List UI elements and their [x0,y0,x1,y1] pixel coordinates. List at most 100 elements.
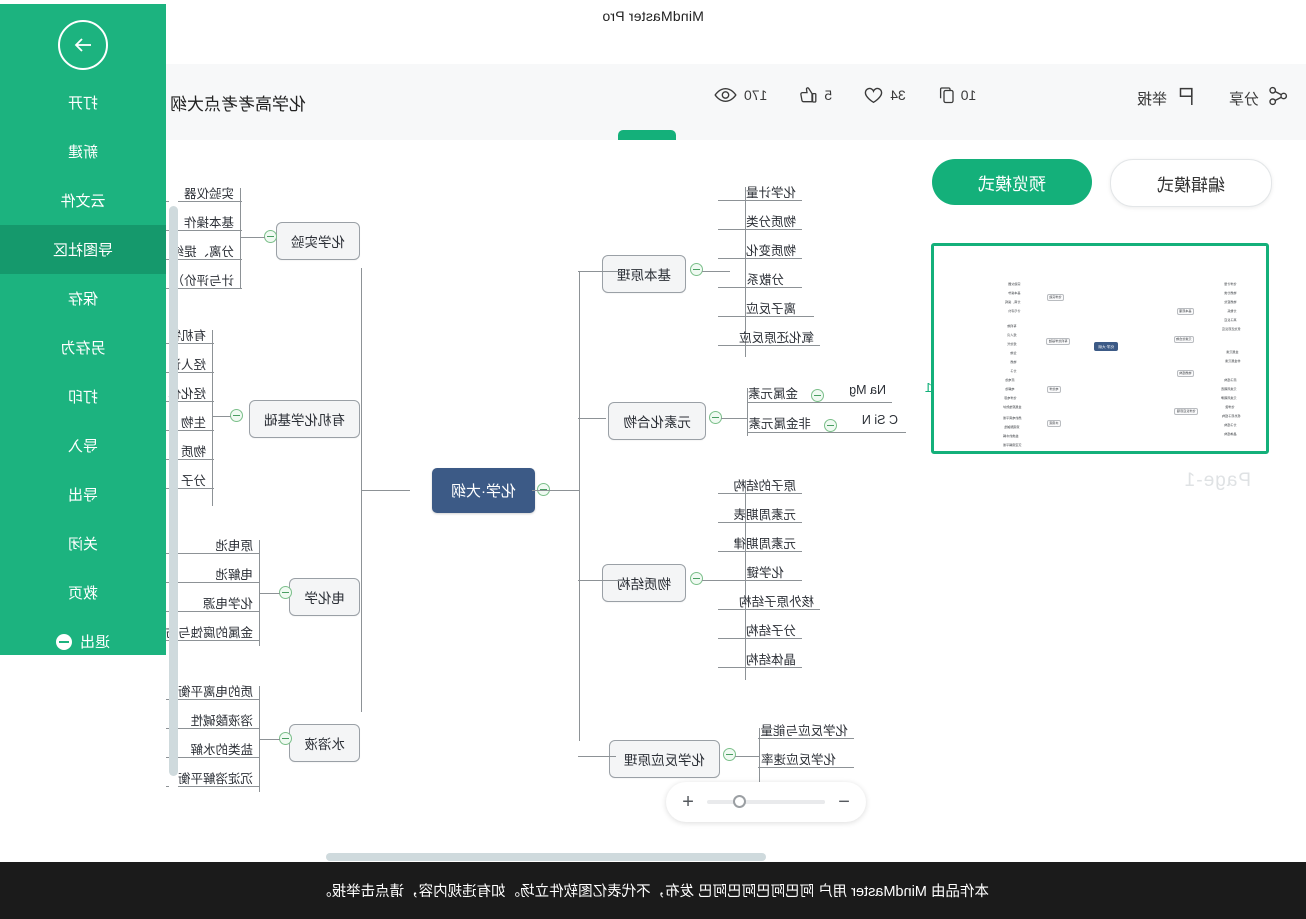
thumb-node: 分子 [1010,368,1017,373]
zoom-slider[interactable] [707,795,825,808]
collapse-icon[interactable] [690,263,703,276]
leaf-node[interactable]: 金属元素 [744,381,802,404]
sidebar-item-export[interactable]: 导出 [0,470,166,519]
branch-node-electrochemistry[interactable]: 电化学 [289,578,360,616]
stat-thumbs-up[interactable]: 5 [799,86,832,104]
footer-text: 本作品由 MindMaster 用户 阿巴阿巴阿巴阿巴 发布，不代表亿图软件立场… [317,884,989,900]
thumb-node: 非金属元素 [1225,358,1241,363]
sidebar-item-community[interactable]: 导图社区 [0,225,166,274]
thumb-node: 化学计量 [1224,281,1237,286]
branch-node-aqueous-solution[interactable]: 水溶液 [289,724,360,762]
thumb-node: 化学键 [1225,404,1235,409]
stat-heart[interactable]: 34 [864,87,906,104]
underline [166,611,260,612]
thumb-node: 分离、提纯 [1005,299,1021,304]
page-number: 1 [924,380,932,395]
sidebar-item-new[interactable]: 新建 [0,127,166,176]
zoom-slider-fill [740,800,825,804]
leaf-note: Na Mg [849,383,886,397]
collapse-icon[interactable] [230,409,243,422]
sidebar-item-label: 导图社区 [53,242,114,259]
stat-thumbs-up-value: 5 [824,87,833,103]
mindmap-root-node[interactable]: 化学·大纲 [432,468,535,513]
underline [718,316,814,317]
zoom-control[interactable]: − + [666,782,866,822]
stat-views-value: 170 [744,87,768,103]
report-button[interactable]: 举报 [1137,86,1195,110]
thumb-node: 实验仪器 [1008,281,1021,286]
thumb-node: 金属腐蚀防护 [1002,404,1022,409]
zoom-slider-handle[interactable] [733,795,747,808]
edge [212,330,213,506]
underline [166,728,260,729]
collapse-icon[interactable] [690,572,703,585]
collapse-icon[interactable] [264,230,277,243]
stat-views[interactable]: 170 [714,87,767,103]
sidebar-item-label: 另存为 [60,340,106,357]
copy-icon [938,86,954,104]
sidebar-item-label: 救页 [68,585,99,602]
collapse-icon[interactable] [811,389,824,402]
canvas-horizontal-scrollbar[interactable] [166,852,910,862]
preview-mode-label: 预览模式 [978,174,1046,194]
sidebar-item-label: 导入 [68,438,99,455]
sidebar-item-save-as[interactable]: 另存为 [0,323,166,372]
thumb-node: 化学实验 [1046,294,1064,301]
edit-mode-button[interactable]: 编辑模式 [1110,159,1272,207]
thumb-node: 核外原子结构 [1221,413,1241,418]
edge [213,416,231,417]
sidebar-item-label: 打开 [68,95,99,112]
stat-heart-value: 34 [890,87,906,103]
sidebar-item-quit[interactable]: 退出 [0,617,166,666]
stat-copy[interactable]: 10 [938,86,976,104]
flag-icon [1176,86,1195,110]
collapse-icon[interactable] [279,732,292,745]
sidebar-item-import[interactable]: 导入 [0,421,166,470]
thumb-node: 有机化学基础 [1046,338,1070,345]
thumb-node: 基本原理 [1176,308,1194,315]
sidebar-item-cloud-files[interactable]: 云文件 [0,176,166,225]
edge [259,686,260,792]
zoom-in-icon[interactable]: + [679,791,697,813]
share-label: 分享 [1228,90,1259,108]
scrollbar-thumb-vertical[interactable] [169,206,178,776]
branch-node-chemistry-experiment[interactable]: 化学实验 [276,222,360,260]
branch-node-element-compounds[interactable]: 元素化合物 [608,402,706,440]
underline [748,432,906,433]
back-button[interactable] [0,20,166,70]
canvas-vertical-scrollbar[interactable] [169,146,178,856]
page-thumbnail[interactable]: 化学·大纲 基本原理 元素化合物 物质结构 化学反应原理 化学计量 物质分类 物… [931,243,1269,454]
branch-node-basic-principles[interactable]: 基本原理 [602,255,686,293]
mindmap-canvas[interactable]: 化学·大纲 基本原理 化学计量 物质分类 物质变化 分散系 离子反应 氧化还原反… [166,140,910,862]
branch-node-matter-structure[interactable]: 物质结构 [602,564,686,602]
branch-node-reaction-principles[interactable]: 化学反应原理 [609,740,720,778]
preview-mode-button[interactable]: 预览模式 [932,159,1092,205]
share-button[interactable]: 分享 [1229,86,1288,110]
toolbar-actions: 分享 举报 [1103,86,1288,110]
document-stats: 10 34 5 170 [714,86,1008,104]
underline [758,738,854,739]
edge [240,188,241,288]
thumb-node: 物质分类 [1224,290,1237,295]
thumb-node: 化学反应原理 [1174,408,1198,415]
sidebar-item-print[interactable]: 打印 [0,372,166,421]
thumb-node: 有机物 [1007,323,1017,328]
underline [718,609,820,610]
branch-node-organic-chemistry[interactable]: 有机化学基础 [249,400,360,438]
collapse-icon[interactable] [824,419,837,432]
title-bar: MindMaster Pro [0,0,1306,36]
sidebar-item-recover-page[interactable]: 救页 [0,568,166,617]
scrollbar-thumb-horizontal[interactable] [326,853,766,861]
thumb-node: 电化学 [1046,386,1061,393]
zoom-out-icon[interactable]: − [835,791,853,813]
sidebar-item-open[interactable]: 打开 [0,78,166,127]
underline [718,667,802,668]
collapse-icon[interactable] [279,586,292,599]
sidebar-item-close[interactable]: 关闭 [0,519,166,568]
sidebar-item-save[interactable]: 保存 [0,274,166,323]
left-panel: 编辑模式 预览模式 化学·大纲 基本原理 元素化合物 物质结构 化学反应原理 化… [910,140,1306,862]
edge [578,580,624,581]
edge [260,593,280,594]
collapse-icon[interactable] [723,748,736,761]
leaf-node[interactable]: 非金属元素 [744,411,815,434]
